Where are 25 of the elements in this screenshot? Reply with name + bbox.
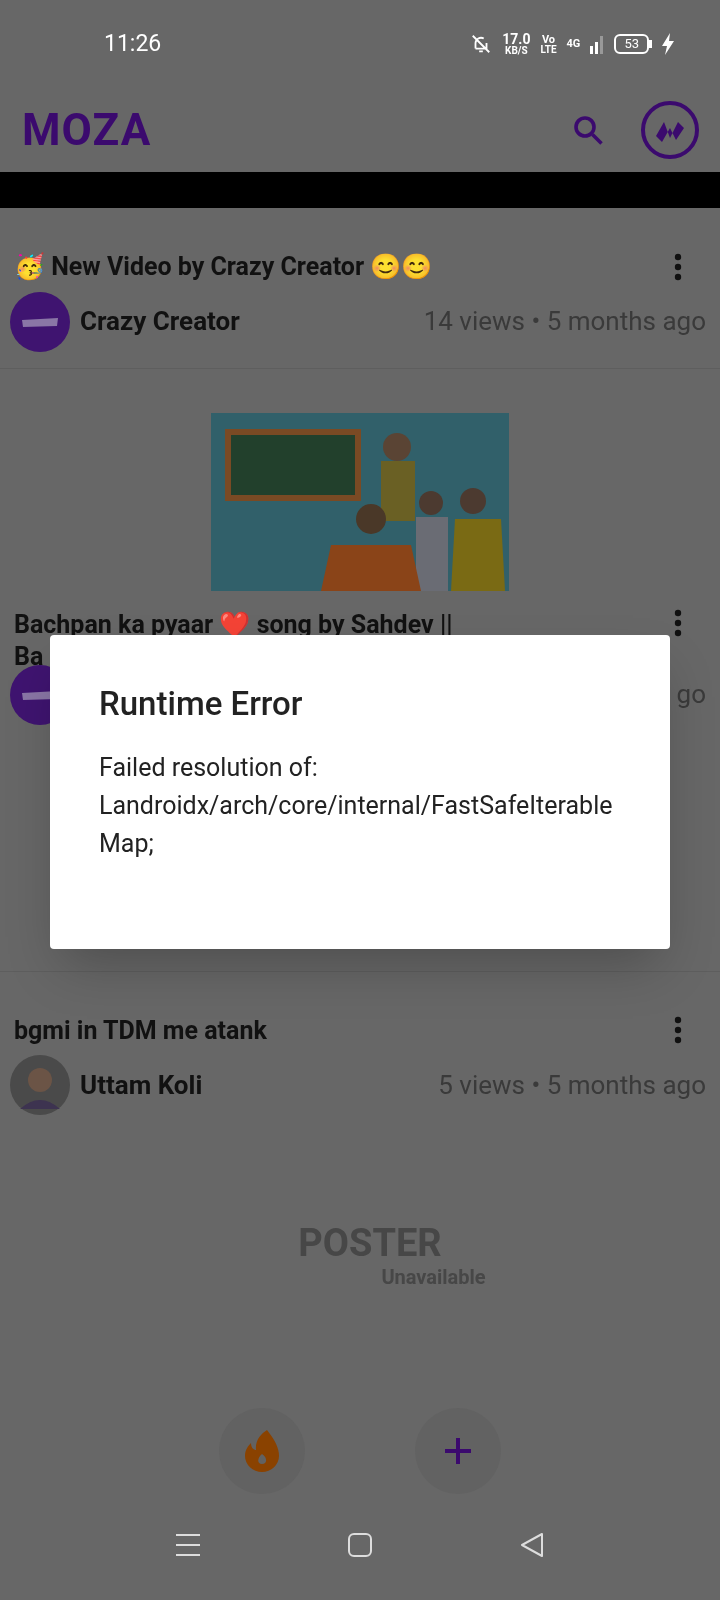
dialog-title: Runtime Error xyxy=(99,683,304,725)
app-logo: MOZA xyxy=(22,103,152,158)
user-avatar[interactable] xyxy=(10,1055,70,1115)
status-time: 11:26 xyxy=(104,28,162,59)
back-icon[interactable] xyxy=(519,1532,545,1558)
volte-indicator: Vo LTE xyxy=(540,33,557,55)
network-type: 4G xyxy=(566,35,581,52)
charging-icon xyxy=(662,33,674,55)
battery-indicator: 53 xyxy=(614,34,652,54)
video-title[interactable]: 🥳 New Video by Crazy Creator 😊😊 xyxy=(14,248,433,286)
home-icon[interactable] xyxy=(347,1532,373,1558)
menu-icon[interactable] xyxy=(175,1532,201,1558)
more-options-icon[interactable] xyxy=(674,1016,682,1045)
plus-icon xyxy=(443,1436,473,1466)
channel-name[interactable]: Uttam Koli xyxy=(80,1065,203,1105)
more-options-icon[interactable] xyxy=(674,252,682,281)
video-title[interactable]: bgmi in TDM me atank xyxy=(14,1011,267,1049)
more-options-icon[interactable] xyxy=(674,608,682,637)
profile-logo-icon[interactable] xyxy=(640,100,700,160)
dialog-message: Failed resolution of: Landroidx/arch/core/internal/FastSafeIterableMap; xyxy=(99,751,614,860)
channel-name[interactable]: Crazy Creator xyxy=(80,302,240,341)
network-speed: 17.0 KB/S xyxy=(502,32,531,56)
bell-off-icon xyxy=(470,33,493,55)
flame-icon xyxy=(245,1430,279,1472)
signal-icon xyxy=(590,34,605,54)
